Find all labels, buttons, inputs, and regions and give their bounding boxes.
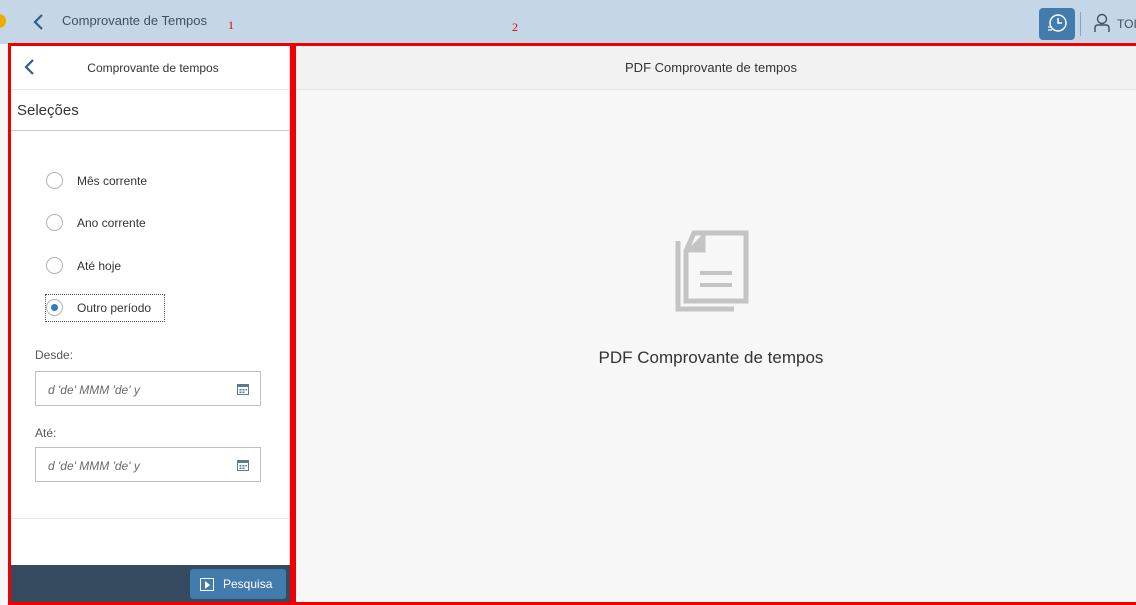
annotation-marker-2: 2 bbox=[512, 20, 518, 34]
pdf-panel-header: PDF Comprovante de tempos bbox=[295, 44, 1136, 90]
radio-circle bbox=[46, 172, 63, 189]
user-name[interactable]: TOI bbox=[1117, 17, 1136, 31]
user-icon[interactable] bbox=[1093, 13, 1111, 33]
from-date-input[interactable]: d 'de' MMM 'de' y bbox=[35, 371, 261, 406]
pdf-panel-title: PDF Comprovante de tempos bbox=[625, 60, 797, 75]
radio-label: Até hoje bbox=[77, 259, 122, 273]
to-label: Até: bbox=[35, 426, 57, 440]
selection-panel: Comprovante de tempos Seleções Mês corre… bbox=[8, 44, 290, 603]
radio-selected-dot bbox=[51, 304, 58, 311]
panel-title: Comprovante de tempos bbox=[87, 61, 219, 75]
selections-header: Seleções bbox=[8, 90, 290, 131]
radio-circle bbox=[46, 214, 63, 231]
radio-circle bbox=[46, 257, 63, 274]
radio-circle bbox=[46, 299, 63, 316]
header-separator bbox=[1080, 12, 1081, 36]
from-label: Desde: bbox=[35, 348, 74, 362]
pdf-panel: PDF Comprovante de tempos PDF Comprovant… bbox=[295, 44, 1136, 603]
annotation-marker-1: 1 bbox=[228, 18, 234, 32]
selections-title: Seleções bbox=[17, 102, 79, 119]
from-date-placeholder: d 'de' MMM 'de' y bbox=[48, 383, 140, 397]
search-button[interactable]: Pesquisa bbox=[190, 569, 286, 599]
logo-icon bbox=[0, 14, 6, 28]
history-button[interactable] bbox=[1039, 8, 1075, 40]
panel-header: Comprovante de tempos bbox=[8, 44, 290, 90]
app-title: Comprovante de Tempos bbox=[62, 13, 208, 28]
panel-divider bbox=[8, 518, 290, 519]
play-icon bbox=[200, 578, 214, 591]
radio-label: Outro período bbox=[77, 301, 152, 315]
shell-header: Comprovante de Tempos 1 2 TOI bbox=[0, 0, 1136, 44]
radio-label: Ano corrente bbox=[77, 216, 146, 230]
calendar-icon[interactable] bbox=[237, 459, 249, 471]
panel-footer: Pesquisa bbox=[8, 565, 290, 603]
to-date-placeholder: d 'de' MMM 'de' y bbox=[48, 459, 140, 473]
calendar-icon[interactable] bbox=[237, 383, 249, 395]
back-arrow-icon[interactable] bbox=[30, 12, 48, 32]
to-date-input[interactable]: d 'de' MMM 'de' y bbox=[35, 447, 261, 482]
radio-label: Mês corrente bbox=[77, 174, 148, 188]
pdf-empty-message: PDF Comprovante de tempos bbox=[598, 348, 824, 367]
history-clock-icon bbox=[1048, 14, 1067, 32]
radio-other-period[interactable]: Outro período bbox=[45, 294, 165, 322]
document-icon bbox=[675, 230, 749, 312]
search-button-label: Pesquisa bbox=[223, 577, 273, 591]
